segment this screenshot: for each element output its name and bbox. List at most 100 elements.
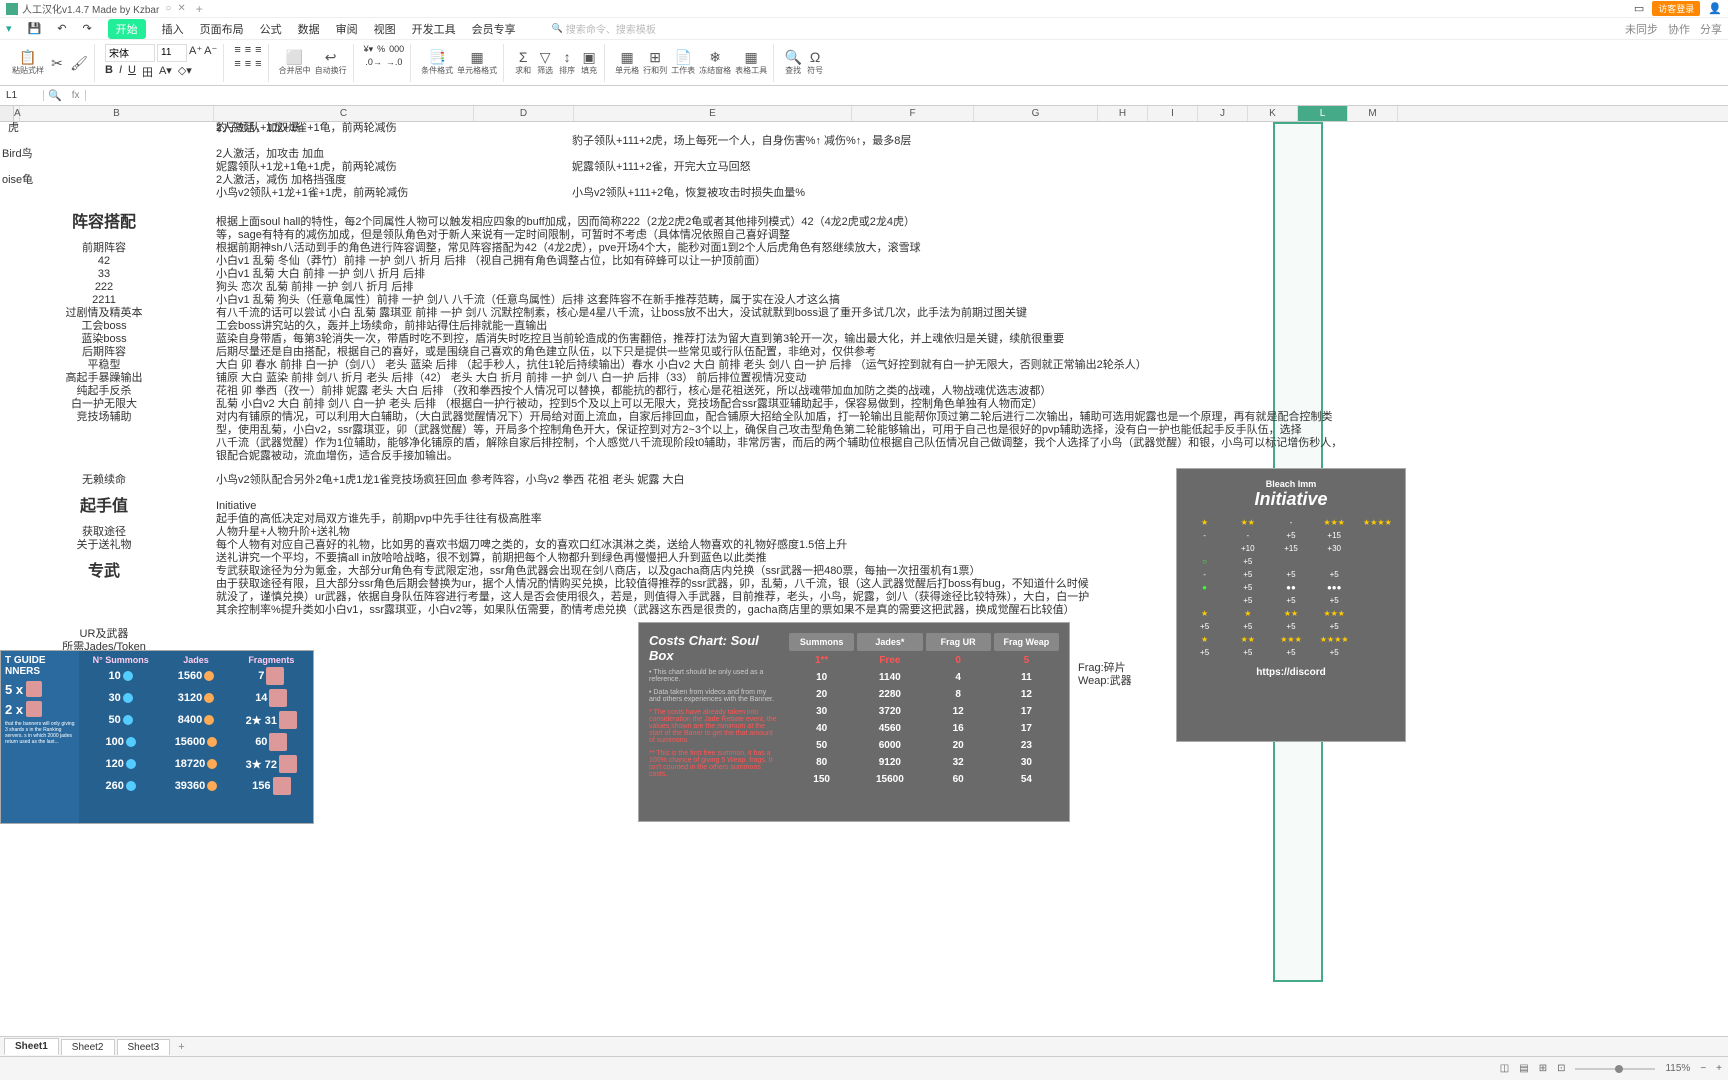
redo-icon[interactable]: ↷ xyxy=(82,22,91,35)
sheet-tab-1[interactable]: Sheet1 xyxy=(4,1038,59,1055)
font-color-button[interactable]: ◇▾ xyxy=(178,64,192,80)
tab-close-icon[interactable]: ○ xyxy=(165,3,171,14)
zoom-slider[interactable] xyxy=(1575,1068,1655,1070)
tabletools-button[interactable]: ▦表格工具 xyxy=(735,46,767,80)
cell: 过剧情及精英本 xyxy=(14,307,194,320)
zoom-level[interactable]: 115% xyxy=(1665,1063,1690,1074)
zoom-plus-icon[interactable]: + xyxy=(1716,1063,1722,1074)
filter-button[interactable]: ▽筛选 xyxy=(536,46,554,80)
tab-pin-icon[interactable]: ✕ xyxy=(177,3,185,14)
col-header-d[interactable]: D xyxy=(474,106,574,121)
cellfmt-button[interactable]: ▦单元格格式 xyxy=(457,46,497,80)
cell-button[interactable]: ▦单元格 xyxy=(615,46,639,80)
login-button[interactable]: 访客登录 xyxy=(1652,1,1700,16)
sync-status[interactable]: 未同步 xyxy=(1625,21,1658,37)
font-increase-icon[interactable]: A⁺ xyxy=(189,44,202,62)
menu-start[interactable]: 开始 xyxy=(108,19,146,39)
col-header-i[interactable]: I xyxy=(1148,106,1198,121)
user-icon[interactable]: 👤 xyxy=(1708,2,1722,15)
merge-button[interactable]: ⬜合并居中 xyxy=(279,46,311,80)
col-header-c[interactable]: C xyxy=(214,106,474,121)
menu-devtools[interactable]: 开发工具 xyxy=(412,21,456,37)
sheet-tab-add-icon[interactable]: + xyxy=(172,1039,190,1055)
align-mid-icon[interactable]: ≡ xyxy=(245,44,251,56)
fill-color-button[interactable]: A▾ xyxy=(159,64,172,80)
view-mode-icon[interactable]: ⊞ xyxy=(1539,1063,1547,1074)
percent-icon[interactable]: % xyxy=(377,44,385,55)
view-mode-icon[interactable]: ⊡ xyxy=(1557,1063,1565,1074)
worksheet-button[interactable]: 📄工作表 xyxy=(671,46,695,80)
menu-data[interactable]: 数据 xyxy=(298,21,320,37)
search-input[interactable]: 搜索命令、搜索模板 xyxy=(552,21,656,36)
align-left-icon[interactable]: ≡ xyxy=(234,58,240,70)
zoom-minus-icon[interactable]: − xyxy=(1700,1063,1706,1074)
cell: 无赖续命 xyxy=(14,474,194,487)
dec-inc-icon[interactable]: .0→ xyxy=(365,57,382,67)
col-header-g[interactable]: G xyxy=(974,106,1098,121)
col-header-k[interactable]: K xyxy=(1248,106,1298,121)
fx-icon[interactable]: fx xyxy=(66,90,87,101)
col-header-m[interactable]: M xyxy=(1348,106,1398,121)
align-right-icon[interactable]: ≡ xyxy=(255,58,261,70)
embedded-gacha-guide-image[interactable]: T GUIDE NNERS 5 x 2 x that the banners w… xyxy=(0,650,314,824)
app-menu-icon[interactable]: ▾ xyxy=(6,22,12,35)
font-size-select[interactable] xyxy=(157,44,187,62)
name-box[interactable]: L1 xyxy=(0,90,44,101)
select-all-corner[interactable] xyxy=(0,106,14,121)
symbol-button[interactable]: Ω符号 xyxy=(806,46,824,80)
cell: 获取途径 xyxy=(14,526,194,539)
fill-button[interactable]: ▣填充 xyxy=(580,46,598,80)
view-mode-icon[interactable]: ◫ xyxy=(1500,1063,1509,1074)
align-center-icon[interactable]: ≡ xyxy=(245,58,251,70)
name-box-dropdown-icon[interactable]: 🔍 xyxy=(44,89,66,102)
undo-icon[interactable]: ↶ xyxy=(57,22,66,35)
comma-icon[interactable]: 000 xyxy=(389,44,404,55)
autowrap-button[interactable]: ↩自动换行 xyxy=(315,46,347,80)
currency-icon[interactable]: ¥▾ xyxy=(364,44,374,55)
font-decrease-icon[interactable]: A⁻ xyxy=(204,44,217,62)
cut-icon[interactable]: ✂ xyxy=(48,46,66,80)
dec-dec-icon[interactable]: →.0 xyxy=(386,57,403,67)
cell: 后期阵容 xyxy=(14,346,194,359)
sheet-grid[interactable]: 虎 2人激活，加双爆 豹子领队+1龙+1雀+1龟，前两轮减伤 豹子领队+111+… xyxy=(0,122,1728,982)
save-icon[interactable]: 💾 xyxy=(28,22,42,35)
align-bot-icon[interactable]: ≡ xyxy=(255,44,261,56)
sheet-tab-2[interactable]: Sheet2 xyxy=(61,1039,115,1055)
brush-icon[interactable]: 🖌 xyxy=(70,46,88,80)
share-button[interactable]: 分享 xyxy=(1700,21,1722,37)
menu-formula[interactable]: 公式 xyxy=(260,21,282,37)
underline-button[interactable]: U xyxy=(128,64,136,80)
menu-page-layout[interactable]: 页面布局 xyxy=(200,21,244,37)
sort-button[interactable]: ↕排序 xyxy=(558,46,576,80)
font-name-select[interactable] xyxy=(105,44,155,62)
window-icon[interactable]: ▭ xyxy=(1634,2,1644,15)
view-mode-icon[interactable]: ▤ xyxy=(1519,1063,1528,1074)
freeze-button[interactable]: ❄冻结窗格 xyxy=(699,46,731,80)
menu-review[interactable]: 审阅 xyxy=(336,21,358,37)
bold-button[interactable]: B xyxy=(105,64,113,80)
col-header-f[interactable]: F xyxy=(852,106,974,121)
embedded-initiative-image[interactable]: Bleach Imm Initiative ★★★-★★★★★★★--+5+15… xyxy=(1176,468,1406,742)
paste-button[interactable]: 📋粘贴式样 xyxy=(12,46,44,80)
cell: 由于获取途径有限，且大部分ssr角色后期会替换为ur，据个人情况酌情购买兑换，比… xyxy=(214,578,1114,591)
col-header-b[interactable]: B xyxy=(20,106,214,121)
tab-add-icon[interactable]: + xyxy=(196,2,203,16)
embedded-cost-chart-image[interactable]: Costs Chart: Soul Box • This chart shoul… xyxy=(638,622,1070,822)
menu-member[interactable]: 会员专享 xyxy=(472,21,516,37)
align-top-icon[interactable]: ≡ xyxy=(234,44,240,56)
sum-button[interactable]: Σ求和 xyxy=(514,46,532,80)
col-header-h[interactable]: H xyxy=(1098,106,1148,121)
find-button[interactable]: 🔍查找 xyxy=(784,46,802,80)
col-header-l[interactable]: L xyxy=(1298,106,1348,121)
rowcol-button[interactable]: ⊞行和列 xyxy=(643,46,667,80)
strike-button[interactable]: 田 xyxy=(142,64,153,80)
sheet-tab-3[interactable]: Sheet3 xyxy=(117,1039,171,1055)
collab-button[interactable]: 协作 xyxy=(1668,21,1690,37)
col-header-e[interactable]: E xyxy=(574,106,852,121)
col-header-j[interactable]: J xyxy=(1198,106,1248,121)
menu-insert[interactable]: 插入 xyxy=(162,21,184,37)
cell: Initiative xyxy=(214,500,1114,513)
italic-button[interactable]: I xyxy=(119,64,122,80)
menu-view[interactable]: 视图 xyxy=(374,21,396,37)
condfmt-button[interactable]: 📑条件格式 xyxy=(421,46,453,80)
